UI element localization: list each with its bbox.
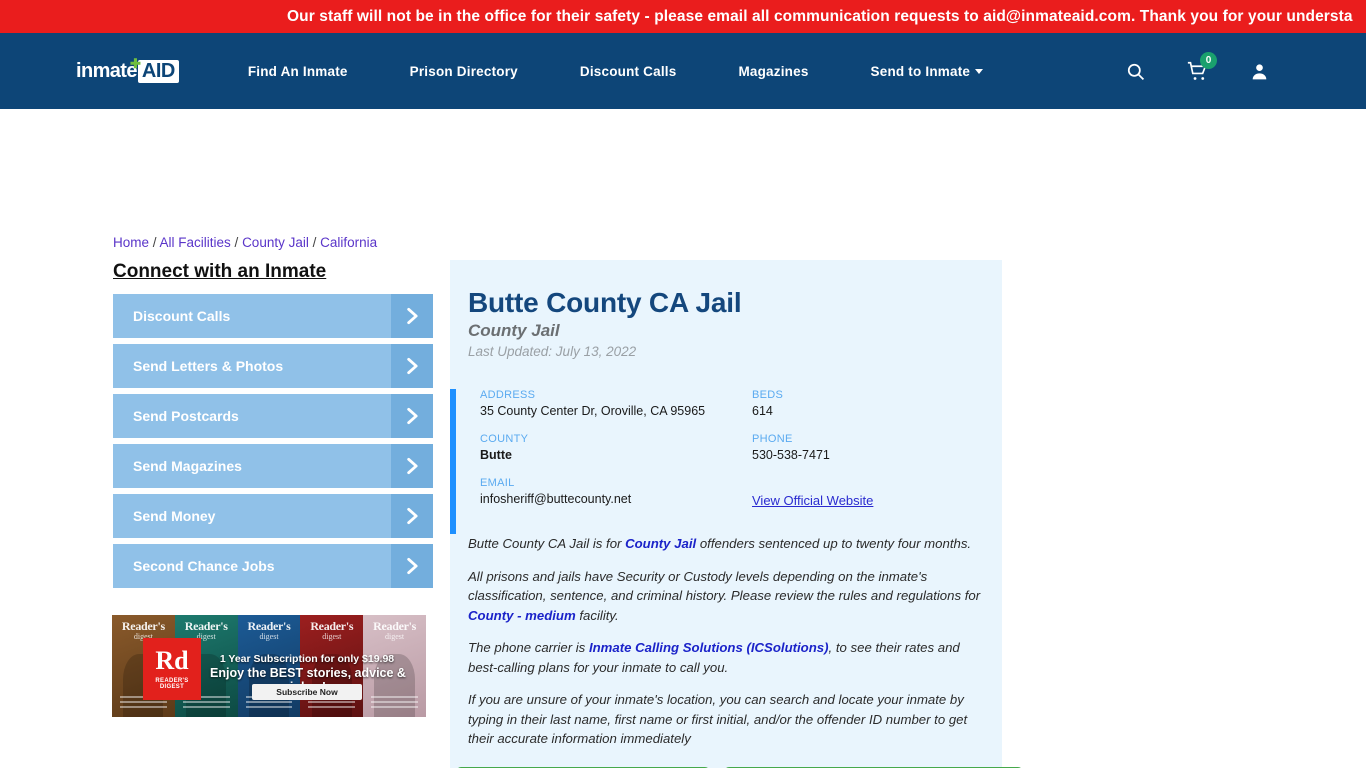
sidebar-item-label: Second Chance Jobs xyxy=(133,558,275,574)
detail-value: infosheriff@buttecounty.net xyxy=(480,492,632,506)
sidebar-item-label: Send Money xyxy=(133,508,216,524)
main-navigation: Find An Inmate Prison Directory Discount… xyxy=(248,64,984,79)
page-title: Butte County CA Jail xyxy=(468,287,742,318)
link-county-jail[interactable]: County Jail xyxy=(625,536,696,551)
nav-label: Discount Calls xyxy=(579,63,677,79)
logo-word: inmate xyxy=(76,59,137,82)
sidebar-item-send-postcards[interactable]: Send Postcards xyxy=(113,394,433,438)
alert-message: Our staff will not be in the office for … xyxy=(287,7,1353,25)
sidebar-item-label: Send Postcards xyxy=(133,408,239,424)
sidebar-item-discount-calls[interactable]: Discount Calls xyxy=(113,294,433,338)
detail-value: 614 xyxy=(752,404,773,418)
site-logo[interactable]: inmate AID ✚ xyxy=(76,55,179,83)
chevron-right-icon xyxy=(391,544,433,588)
site-header: inmate AID ✚ Find An Inmate Prison Direc… xyxy=(0,33,1366,109)
green-cross-icon: ✚ xyxy=(130,55,141,71)
ad-cover-lines xyxy=(371,696,418,711)
chevron-down-icon xyxy=(975,69,984,75)
detail-label: BEDS xyxy=(752,389,784,401)
sidebar: Connect with an Inmate Discount Calls Se… xyxy=(113,261,433,594)
site-alert-banner: Our staff will not be in the office for … xyxy=(0,0,1366,33)
detail-county: COUNTY Butte xyxy=(456,433,732,462)
description-paragraph-3: The phone carrier is Inmate Calling Solu… xyxy=(468,638,984,677)
breadcrumb-item-home[interactable]: Home xyxy=(113,235,149,250)
detail-label: COUNTY xyxy=(480,433,529,445)
description-paragraph-1: Butte County CA Jail is for County Jail … xyxy=(468,534,984,554)
detail-address: ADDRESS 35 County Center Dr, Oroville, C… xyxy=(456,389,732,418)
link-county-medium[interactable]: County - medium xyxy=(468,608,576,623)
description-paragraph-2: All prisons and jails have Security or C… xyxy=(468,567,984,626)
nav-item-discount-calls[interactable]: Discount Calls xyxy=(580,64,677,79)
detail-email: EMAIL infosheriff@buttecounty.net xyxy=(456,477,732,508)
breadcrumb-item-all-facilities[interactable]: All Facilities xyxy=(160,235,231,250)
advertisement-banner[interactable]: Reader's digest Reader's digest Reader's… xyxy=(112,615,426,717)
view-official-website-link[interactable]: View Official Website xyxy=(752,493,873,508)
sidebar-item-send-money[interactable]: Send Money xyxy=(113,494,433,538)
ad-brand-name-line2: DIGEST xyxy=(159,684,185,690)
detail-value: Butte xyxy=(480,448,512,462)
nav-item-send-to-inmate[interactable]: Send to Inmate xyxy=(871,64,984,79)
breadcrumb-item-county-jail[interactable]: County Jail xyxy=(242,235,309,250)
detail-phone: PHONE 530-538-7471 xyxy=(732,433,1002,462)
chevron-right-icon xyxy=(391,444,433,488)
sidebar-heading: Connect with an Inmate xyxy=(113,261,327,282)
ad-cover-subtitle: digest xyxy=(385,632,405,641)
sidebar-item-send-magazines[interactable]: Send Magazines xyxy=(113,444,433,488)
last-updated-text: Last Updated: July 13, 2022 xyxy=(468,344,637,359)
nav-item-find-an-inmate[interactable]: Find An Inmate xyxy=(248,64,348,79)
sidebar-item-label: Send Letters & Photos xyxy=(133,358,284,374)
breadcrumb-item-california[interactable]: California xyxy=(320,235,377,250)
ad-headline: 1 Year Subscription for only $19.98 xyxy=(219,653,395,665)
breadcrumb: Home / All Facilities / County Jail / Ca… xyxy=(113,235,377,250)
nav-label: Magazines xyxy=(738,63,809,79)
cart-count-badge: 0 xyxy=(1200,51,1217,69)
user-icon xyxy=(1252,63,1266,79)
ad-cover-subtitle: digest xyxy=(322,632,342,641)
sidebar-item-send-letters-photos[interactable]: Send Letters & Photos xyxy=(113,344,433,388)
ad-brand-logo: Rd READER'S DIGEST xyxy=(143,638,201,700)
nav-label: Prison Directory xyxy=(409,63,518,79)
nav-label: Find An Inmate xyxy=(247,63,348,79)
detail-label: EMAIL xyxy=(480,477,515,489)
detail-label: PHONE xyxy=(752,433,793,445)
description-paragraph-4: If you are unsure of your inmate's locat… xyxy=(468,692,968,747)
desc-text: offenders sentenced up to twenty four mo… xyxy=(696,536,972,551)
desc-text: All prisons and jails have Security or C… xyxy=(468,568,981,604)
detail-value: 530-538-7471 xyxy=(752,448,830,462)
breadcrumb-separator: / xyxy=(308,235,321,250)
nav-label: Send to Inmate xyxy=(870,63,971,79)
logo-badge: AID xyxy=(137,59,179,83)
chevron-right-icon xyxy=(391,394,433,438)
facility-description: Butte County CA Jail is for County Jail … xyxy=(450,534,1002,768)
search-button[interactable] xyxy=(1104,62,1166,81)
desc-text: facility. xyxy=(575,607,619,623)
detail-label: ADDRESS xyxy=(480,389,536,401)
account-button[interactable] xyxy=(1228,62,1290,81)
sidebar-item-label: Send Magazines xyxy=(133,458,242,474)
nav-item-magazines[interactable]: Magazines xyxy=(738,64,808,79)
link-icsolutions[interactable]: Inmate Calling Solutions (ICSolutions) xyxy=(589,640,829,655)
search-icon xyxy=(1127,63,1144,80)
header-icon-group: 0 xyxy=(1104,51,1290,82)
sidebar-item-second-chance-jobs[interactable]: Second Chance Jobs xyxy=(113,544,433,588)
chevron-right-icon xyxy=(391,494,433,538)
facility-info-card: Butte County CA Jail County Jail Last Up… xyxy=(450,260,1002,768)
breadcrumb-separator: / xyxy=(149,235,160,250)
chevron-right-icon xyxy=(391,294,433,338)
facility-details-grid: ADDRESS 35 County Center Dr, Oroville, C… xyxy=(450,389,1002,534)
ad-cover-subtitle: digest xyxy=(259,632,279,641)
ad-subscribe-button[interactable]: Subscribe Now xyxy=(252,684,362,700)
breadcrumb-separator: / xyxy=(230,235,243,250)
ad-brand-initials: Rd xyxy=(155,646,189,675)
desc-text: Butte County CA Jail is for xyxy=(468,536,626,551)
facility-type: County Jail xyxy=(468,321,560,340)
desc-text: The phone carrier is xyxy=(468,640,589,656)
cart-button[interactable]: 0 xyxy=(1166,51,1228,82)
nav-item-prison-directory[interactable]: Prison Directory xyxy=(410,64,518,79)
detail-value: 35 County Center Dr, Oroville, CA 95965 xyxy=(480,404,706,418)
sidebar-item-label: Discount Calls xyxy=(133,308,231,324)
detail-beds: BEDS 614 xyxy=(732,389,1002,418)
detail-website: View Official Website xyxy=(732,477,1002,508)
chevron-right-icon xyxy=(391,344,433,388)
